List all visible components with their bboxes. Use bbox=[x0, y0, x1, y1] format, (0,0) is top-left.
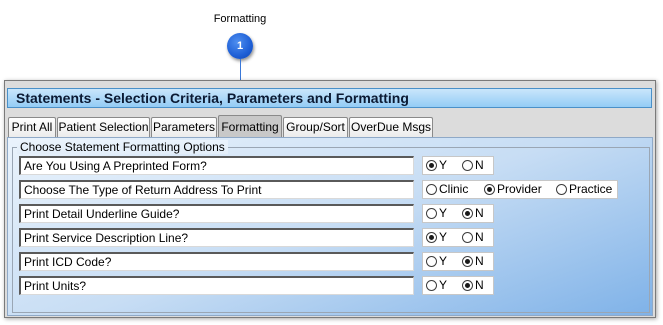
radio-unselected-icon bbox=[426, 256, 437, 267]
formatting-panel: Choose Statement Formatting Options Are … bbox=[7, 137, 653, 316]
radio-option-provider[interactable]: Provider bbox=[484, 181, 542, 198]
tab-overdue-msgs[interactable]: OverDue Msgs bbox=[349, 117, 433, 137]
radio-unselected-icon bbox=[462, 232, 473, 243]
callout-number-badge: 1 bbox=[227, 33, 253, 59]
radio-option-clinic[interactable]: Clinic bbox=[426, 181, 468, 198]
yes-no-radio-group: Y N bbox=[422, 156, 494, 175]
statements-window: Statements - Selection Criteria, Paramet… bbox=[4, 80, 656, 318]
radio-unselected-icon bbox=[426, 280, 437, 291]
yes-no-radio-group: Y N bbox=[422, 276, 494, 295]
callout-label: Formatting bbox=[213, 13, 267, 25]
tab-formatting[interactable]: Formatting bbox=[218, 115, 282, 137]
radio-option-n[interactable]: N bbox=[462, 157, 484, 174]
question-label: Print Units? bbox=[19, 276, 414, 295]
radio-unselected-icon bbox=[426, 184, 437, 195]
radio-option-y[interactable]: Y bbox=[426, 157, 447, 174]
radio-option-y[interactable]: Y bbox=[426, 229, 447, 246]
question-label: Print Service Description Line? bbox=[19, 228, 414, 247]
question-label: Are You Using A Preprinted Form? bbox=[19, 156, 414, 175]
radio-selected-icon bbox=[462, 256, 473, 267]
radio-option-y[interactable]: Y bbox=[426, 277, 447, 294]
question-label: Print Detail Underline Guide? bbox=[19, 204, 414, 223]
window-title: Statements - Selection Criteria, Paramet… bbox=[7, 88, 652, 108]
radio-unselected-icon bbox=[556, 184, 567, 195]
yes-no-radio-group: Y N bbox=[422, 228, 494, 247]
radio-option-n[interactable]: N bbox=[462, 229, 484, 246]
radio-option-n[interactable]: N bbox=[462, 277, 484, 294]
yes-no-radio-group: Y N bbox=[422, 252, 494, 271]
radio-option-y[interactable]: Y bbox=[426, 205, 447, 222]
group-legend: Choose Statement Formatting Options bbox=[17, 140, 228, 154]
radio-unselected-icon bbox=[426, 208, 437, 219]
tab-parameters[interactable]: Parameters bbox=[151, 117, 217, 137]
radio-selected-icon bbox=[426, 160, 437, 171]
tab-group-sort[interactable]: Group/Sort bbox=[283, 117, 348, 137]
radio-option-practice[interactable]: Practice bbox=[556, 181, 612, 198]
radio-selected-icon bbox=[484, 184, 495, 195]
radio-unselected-icon bbox=[462, 160, 473, 171]
return-address-radio-group: Clinic Provider Practice bbox=[422, 180, 618, 199]
radio-selected-icon bbox=[462, 280, 473, 291]
question-label: Choose The Type of Return Address To Pri… bbox=[19, 180, 414, 199]
radio-option-n[interactable]: N bbox=[462, 205, 484, 222]
question-label: Print ICD Code? bbox=[19, 252, 414, 271]
radio-option-n[interactable]: N bbox=[462, 253, 484, 270]
radio-option-y[interactable]: Y bbox=[426, 253, 447, 270]
tab-patient-selection[interactable]: Patient Selection bbox=[57, 117, 150, 137]
yes-no-radio-group: Y N bbox=[422, 204, 494, 223]
radio-selected-icon bbox=[426, 232, 437, 243]
radio-selected-icon bbox=[462, 208, 473, 219]
tab-print-all[interactable]: Print All bbox=[8, 117, 56, 137]
